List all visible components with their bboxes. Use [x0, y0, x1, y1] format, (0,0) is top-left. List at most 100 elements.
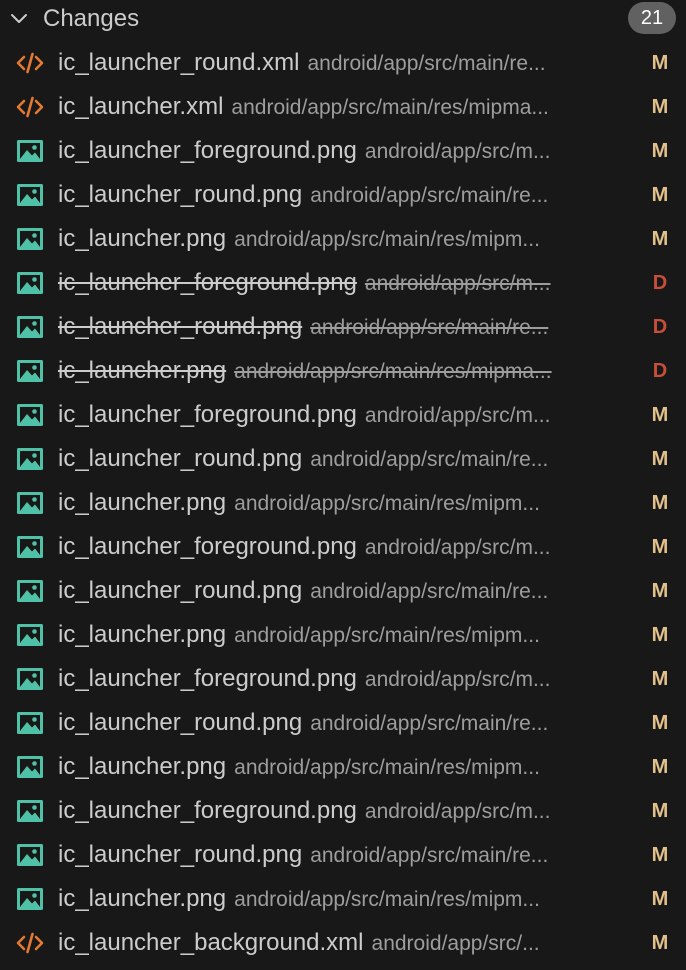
changed-file-row[interactable]: ic_launcher_round.png android/app/src/mai…: [0, 569, 686, 613]
changed-file-row[interactable]: ic_launcher.png android/app/src/main/res/…: [0, 217, 686, 261]
git-status-badge: M: [651, 756, 669, 778]
file-entry: ic_launcher_round.png android/app/src/mai…: [58, 437, 640, 481]
file-name: ic_launcher_background.xml: [58, 929, 364, 956]
changed-file-row[interactable]: ic_launcher.png android/app/src/main/res/…: [0, 481, 686, 525]
file-path: android/app/src/main/res/mipm...: [234, 888, 540, 911]
file-path: android/app/src/m...: [364, 404, 551, 427]
file-entry: ic_launcher_round.png android/app/src/mai…: [58, 173, 640, 217]
file-name: ic_launcher_foreground.png: [58, 797, 357, 824]
changes-count-badge: 21: [628, 2, 676, 34]
file-name: ic_launcher.png: [58, 885, 227, 912]
changed-file-row[interactable]: ic_launcher_round.png android/app/src/mai…: [0, 701, 686, 745]
file-name: ic_launcher_foreground.png: [58, 269, 357, 296]
changed-file-row[interactable]: ic_launcher_foreground.png android/app/sr…: [0, 657, 686, 701]
changed-file-row[interactable]: ic_launcher_foreground.png android/app/sr…: [0, 525, 686, 569]
changed-file-row[interactable]: ic_launcher_background.xml android/app/sr…: [0, 921, 686, 965]
file-path: android/app/src/main/re...: [310, 844, 549, 867]
changed-file-row[interactable]: ic_launcher_round.png android/app/src/mai…: [0, 437, 686, 481]
git-status-badge: M: [651, 624, 669, 646]
file-path: android/app/src/main/res/mipm...: [234, 624, 540, 647]
image-file-icon: [16, 535, 44, 559]
changed-file-row[interactable]: ic_launcher.xml android/app/src/main/res/…: [0, 85, 686, 129]
file-path: android/app/src/m...: [364, 668, 551, 691]
changed-file-row[interactable]: ic_launcher_round.xml android/app/src/mai…: [0, 41, 686, 85]
file-entry: ic_launcher.xml android/app/src/main/res/…: [58, 85, 640, 129]
file-entry: ic_launcher_round.png android/app/src/mai…: [58, 569, 640, 613]
changes-section-header[interactable]: Changes 21: [0, 0, 686, 38]
file-path: android/app/src/m...: [364, 536, 551, 559]
changed-file-row[interactable]: ic_launcher_foreground.png android/app/sr…: [0, 789, 686, 833]
image-file-icon: [16, 227, 44, 251]
git-status-badge: M: [651, 712, 669, 734]
file-entry: ic_launcher.png android/app/src/main/res/…: [58, 745, 640, 789]
changed-file-row[interactable]: ic_launcher_foreground.png android/app/sr…: [0, 393, 686, 437]
file-name: ic_launcher.png: [58, 753, 227, 780]
file-path: android/app/src/main/re...: [310, 316, 549, 339]
image-file-icon: [16, 271, 44, 295]
changed-file-row[interactable]: ic_launcher_round.png android/app/src/mai…: [0, 173, 686, 217]
git-status-badge: M: [651, 96, 669, 118]
image-file-icon: [16, 403, 44, 427]
file-name: ic_launcher_round.xml: [58, 49, 300, 76]
xml-code-icon: [16, 931, 44, 955]
git-status-badge: M: [651, 668, 669, 690]
git-status-badge: M: [651, 140, 669, 162]
file-path: android/app/src/main/re...: [310, 448, 549, 471]
file-entry: ic_launcher.png android/app/src/main/res/…: [58, 349, 640, 393]
image-file-icon: [16, 755, 44, 779]
file-name: ic_launcher_round.png: [58, 577, 303, 604]
file-name: ic_launcher_foreground.png: [58, 137, 357, 164]
file-name: ic_launcher_round.png: [58, 181, 303, 208]
image-file-icon: [16, 359, 44, 383]
file-path: android/app/src/main/res/mipma...: [231, 96, 549, 119]
file-path: android/app/src/main/re...: [310, 184, 549, 207]
changed-file-row[interactable]: ic_launcher_foreground.png android/app/sr…: [0, 261, 686, 305]
git-status-badge: M: [651, 448, 669, 470]
git-status-badge: M: [651, 184, 669, 206]
file-path: android/app/src/main/re...: [310, 712, 549, 735]
git-status-badge: M: [651, 404, 669, 426]
chevron-down-icon[interactable]: [10, 11, 28, 27]
xml-code-icon: [16, 95, 44, 119]
git-status-badge: D: [652, 272, 668, 294]
changed-file-row[interactable]: ic_launcher_foreground.png android/app/sr…: [0, 129, 686, 173]
file-entry: ic_launcher_foreground.png android/app/sr…: [58, 789, 640, 833]
file-name: ic_launcher_round.png: [58, 709, 303, 736]
changed-file-row[interactable]: ic_launcher.png android/app/src/main/res/…: [0, 613, 686, 657]
image-file-icon: [16, 623, 44, 647]
file-name: ic_launcher.png: [58, 225, 227, 252]
file-entry: ic_launcher_round.png android/app/src/mai…: [58, 701, 640, 745]
file-path: android/app/src/main/re...: [310, 580, 549, 603]
file-entry: ic_launcher_foreground.png android/app/sr…: [58, 261, 640, 305]
changed-file-row[interactable]: ic_launcher_round.png android/app/src/mai…: [0, 833, 686, 877]
file-name: ic_launcher_foreground.png: [58, 533, 357, 560]
file-path: android/app/src/m...: [364, 800, 551, 823]
image-file-icon: [16, 447, 44, 471]
changed-file-row[interactable]: ic_launcher.png android/app/src/main/res/…: [0, 349, 686, 393]
image-file-icon: [16, 711, 44, 735]
file-path: android/app/src/main/res/mipma...: [234, 360, 552, 383]
image-file-icon: [16, 887, 44, 911]
file-entry: ic_launcher_background.xml android/app/sr…: [58, 921, 640, 965]
file-name: ic_launcher_foreground.png: [58, 665, 357, 692]
changed-file-row[interactable]: ic_launcher.png android/app/src/main/res/…: [0, 877, 686, 921]
file-path: android/app/src/main/res/mipm...: [234, 492, 540, 515]
git-status-badge: M: [651, 844, 669, 866]
file-path: android/app/src/m...: [364, 272, 551, 295]
git-status-badge: M: [651, 932, 669, 954]
git-status-badge: D: [652, 316, 668, 338]
file-entry: ic_launcher_foreground.png android/app/sr…: [58, 657, 640, 701]
changed-file-row[interactable]: ic_launcher_round.png android/app/src/mai…: [0, 305, 686, 349]
image-file-icon: [16, 667, 44, 691]
changes-file-list: ic_launcher_round.xml android/app/src/mai…: [0, 41, 686, 965]
file-path: android/app/src/m...: [364, 140, 551, 163]
git-status-badge: M: [651, 888, 669, 910]
changed-file-row[interactable]: ic_launcher.png android/app/src/main/res/…: [0, 745, 686, 789]
git-status-badge: M: [651, 536, 669, 558]
file-name: ic_launcher.png: [58, 621, 227, 648]
image-file-icon: [16, 799, 44, 823]
file-entry: ic_launcher.png android/app/src/main/res/…: [58, 877, 640, 921]
file-entry: ic_launcher.png android/app/src/main/res/…: [58, 613, 640, 657]
file-entry: ic_launcher_round.png android/app/src/mai…: [58, 833, 640, 877]
file-name: ic_launcher.png: [58, 357, 227, 384]
